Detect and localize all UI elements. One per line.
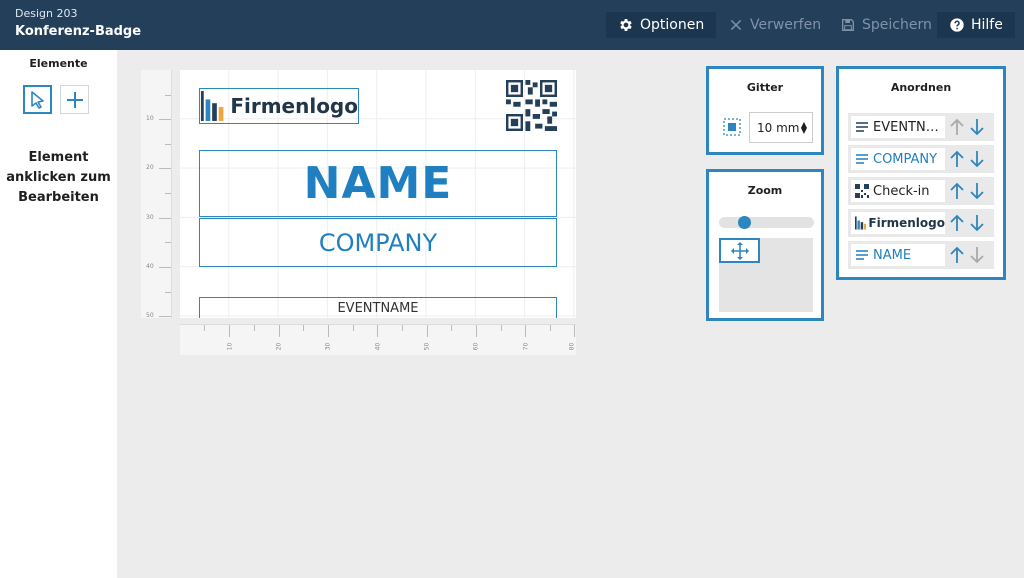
ruler-label: 20 — [146, 164, 154, 171]
arrange-item-label: COMPANY — [873, 151, 938, 167]
ruler-label: 40 — [146, 263, 154, 270]
select-arrows-icon: ▲ ▼ — [800, 120, 807, 135]
pointer-icon — [30, 90, 44, 109]
edit-hint: Element anklicken zum Bearbeiten — [6, 150, 111, 205]
ruler-label: 20 — [275, 342, 283, 351]
move-icon — [730, 241, 749, 260]
zoom-panel: Zoom — [706, 169, 824, 321]
move-down-icon[interactable] — [969, 182, 985, 200]
vertical-ruler: 10 20 30 40 50 — [141, 70, 172, 319]
arrange-item-label-box: EVENTN… — [851, 116, 945, 138]
logo-element[interactable]: Firmenlogo — [199, 88, 359, 124]
select-tool-button[interactable] — [23, 85, 52, 114]
discard-button[interactable]: Verwerfen — [716, 12, 833, 38]
zoom-slider-track[interactable] — [719, 217, 814, 228]
move-up-icon[interactable] — [949, 214, 965, 232]
gear-icon — [620, 19, 632, 31]
badge-canvas[interactable]: Firmenlogo NAME COMPANY EVENTNAME — [180, 70, 576, 318]
arrange-item-label-box: NAME — [851, 244, 945, 266]
arrange-item-label: NAME — [873, 247, 912, 263]
grid-size-value: 10 mm — [757, 120, 800, 135]
help-label: Hilfe — [971, 17, 1003, 33]
ruler-label: 50 — [423, 342, 431, 351]
arrange-item[interactable]: NAME — [848, 241, 994, 269]
options-label: Optionen — [640, 17, 705, 33]
arrange-item[interactable]: Check-in — [848, 177, 994, 205]
save-label: Speichern — [862, 17, 932, 33]
ruler-label: 30 — [324, 342, 332, 351]
zoom-viewport-handle[interactable] — [719, 238, 760, 263]
add-element-button[interactable] — [60, 85, 89, 114]
qr-code-icon[interactable] — [506, 80, 557, 131]
help-button[interactable]: Hilfe — [937, 12, 1015, 38]
move-down-icon[interactable] — [969, 246, 985, 264]
ruler-label: 10 — [226, 342, 234, 351]
zoom-slider-thumb[interactable] — [738, 216, 751, 229]
ruler-label: 60 — [472, 342, 480, 351]
sidebar-title: Elemente — [29, 57, 88, 70]
grid-panel-title: Gitter — [746, 81, 784, 94]
move-up-icon[interactable] — [949, 182, 965, 200]
move-down-icon[interactable] — [969, 118, 985, 136]
eventname-text-element[interactable]: EVENTNAME — [199, 297, 557, 318]
elements-sidebar: Elemente Element anklicken zum Bearbeite… — [0, 50, 117, 578]
name-text-element[interactable]: NAME — [199, 150, 557, 217]
arrange-item-label-box: COMPANY — [851, 148, 945, 170]
arrange-item[interactable]: COMPANY — [848, 145, 994, 173]
ruler-label: 30 — [146, 214, 154, 221]
arrange-item-label: Check-in — [873, 183, 930, 199]
ruler-label: 40 — [374, 342, 382, 351]
options-button[interactable]: Optionen — [606, 12, 717, 38]
save-icon — [842, 19, 854, 31]
ruler-label: 50 — [146, 312, 154, 319]
arrange-item-label-box: Firmenlogo — [851, 212, 945, 234]
app-header: Design 203 Konferenz-Badge Optionen Verw… — [0, 0, 1024, 50]
help-icon — [950, 18, 964, 32]
move-up-icon[interactable] — [949, 246, 965, 264]
logo-text: Firmenlogo — [230, 94, 358, 118]
grid-size-select[interactable]: 10 mm ▲ ▼ — [749, 112, 813, 143]
arrange-item-label-box: Check-in — [851, 180, 945, 202]
arrange-item-label: EVENTN… — [873, 119, 939, 135]
plus-icon — [66, 91, 83, 108]
arrange-item-label: Firmenlogo — [868, 216, 945, 230]
qr-code-icon — [855, 184, 869, 198]
ruler-label: 10 — [146, 115, 154, 122]
logo-bars-icon — [200, 91, 224, 121]
arrange-panel-title: Anordnen — [890, 81, 952, 94]
company-text-element[interactable]: COMPANY — [199, 218, 557, 267]
move-up-icon[interactable] — [949, 118, 965, 136]
zoom-panel-title: Zoom — [747, 184, 783, 197]
horizontal-ruler: 10 20 30 40 50 60 70 80 — [180, 324, 576, 355]
arrange-item[interactable]: EVENTN… — [848, 113, 994, 141]
text-lines-icon — [856, 250, 868, 260]
logo-icon — [855, 216, 867, 230]
discard-label: Verwerfen — [750, 17, 822, 33]
ruler-label: 80 — [568, 342, 576, 351]
design-number: Design 203 — [15, 7, 78, 20]
ruler-label: 70 — [522, 342, 530, 351]
move-up-icon[interactable] — [949, 150, 965, 168]
arrange-panel: Anordnen EVENTN… COMPANY Check-in Firmen… — [836, 66, 1006, 280]
save-button[interactable]: Speichern — [828, 12, 944, 38]
grid-snap-icon[interactable] — [723, 118, 741, 136]
close-icon — [730, 19, 742, 31]
arrange-item[interactable]: Firmenlogo — [848, 209, 994, 237]
design-title: Konferenz-Badge — [15, 24, 142, 39]
text-lines-icon — [856, 154, 868, 164]
move-down-icon[interactable] — [969, 150, 985, 168]
move-down-icon[interactable] — [969, 214, 985, 232]
grid-panel: Gitter 10 mm ▲ ▼ — [706, 66, 824, 155]
text-lines-icon — [856, 122, 868, 132]
